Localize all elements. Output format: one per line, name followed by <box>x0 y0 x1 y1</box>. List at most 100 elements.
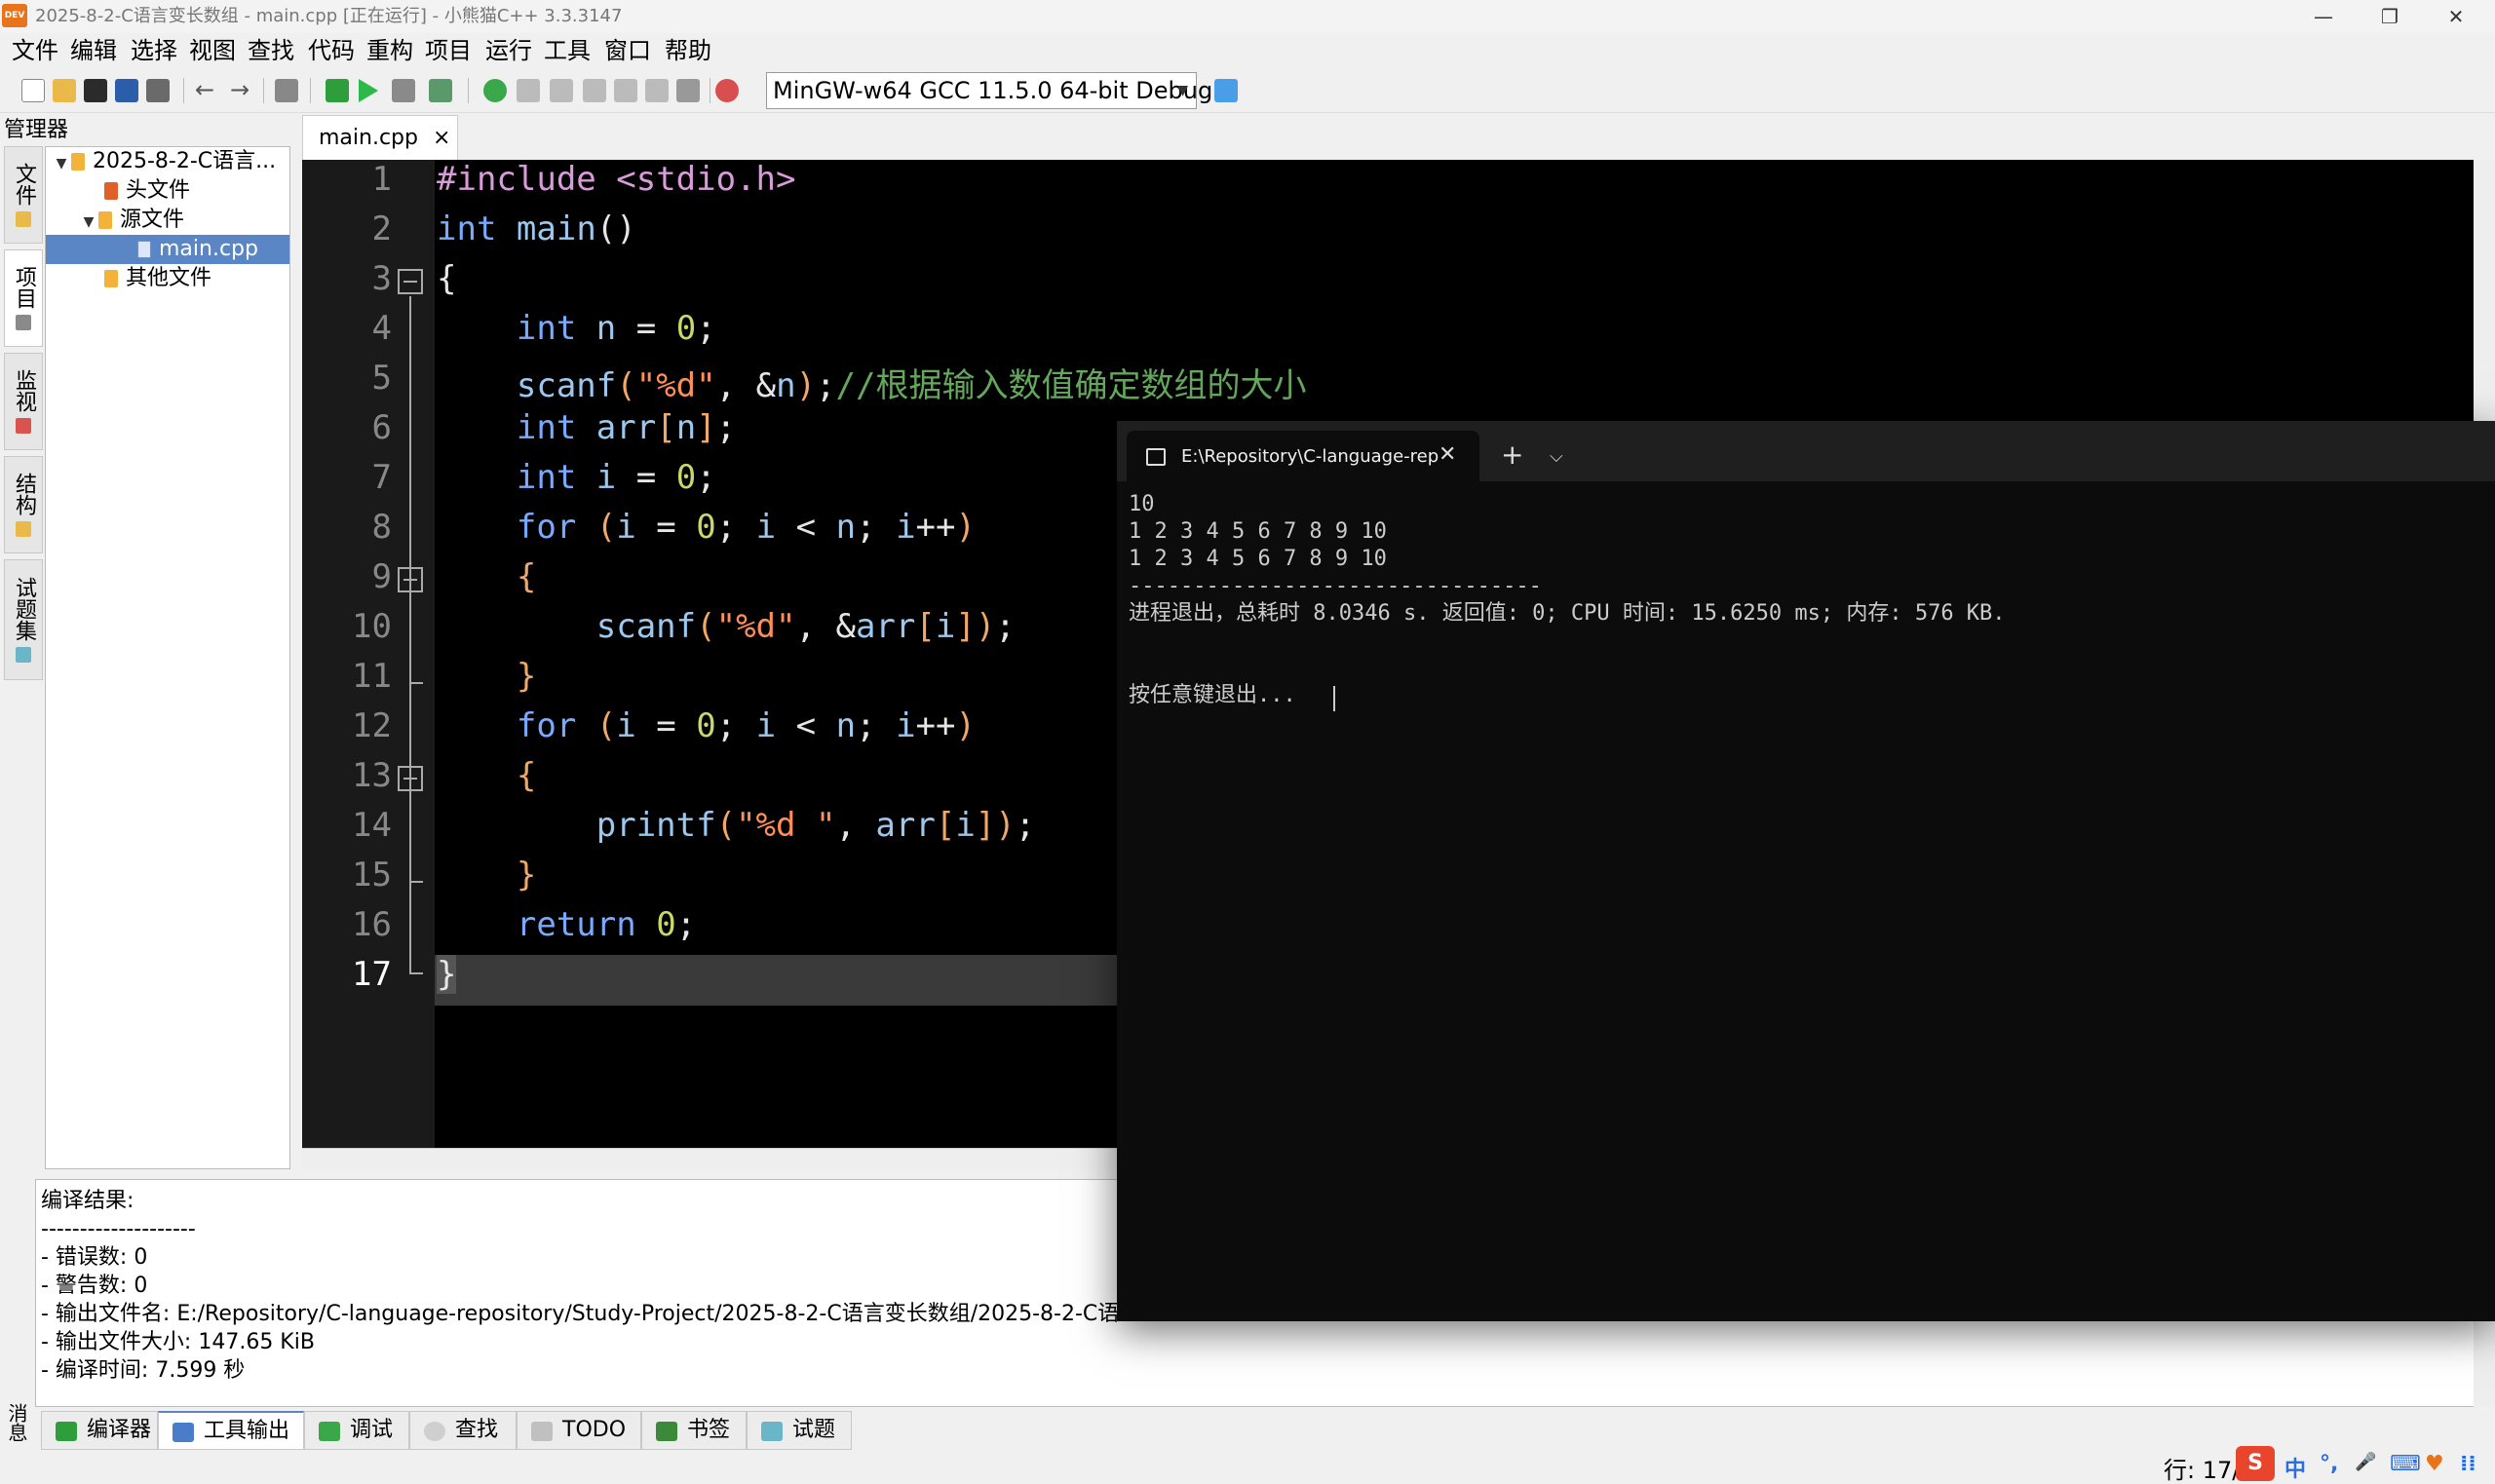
menu-help[interactable]: 帮助 <box>665 35 711 66</box>
tab-todo[interactable]: TODO <box>517 1411 641 1450</box>
line-number: 13 <box>352 756 392 795</box>
menu-file[interactable]: 文件 <box>12 35 58 66</box>
run-icon[interactable] <box>359 79 378 102</box>
menu-edit[interactable]: 编辑 <box>70 35 117 66</box>
compile-icon[interactable] <box>326 79 349 102</box>
debug-icon[interactable] <box>483 79 507 102</box>
menu-window[interactable]: 窗口 <box>604 35 651 66</box>
debug-icon <box>319 1422 340 1441</box>
tab-tool-output[interactable]: 工具输出 <box>158 1411 304 1450</box>
folder-icon <box>104 182 118 200</box>
tab-dropdown-icon[interactable]: ⌵ <box>1550 440 1563 474</box>
menu-run[interactable]: 运行 <box>485 35 532 66</box>
keyboard-icon[interactable]: ⌨ <box>2390 1452 2421 1476</box>
tab-problems[interactable]: 试题 <box>747 1411 852 1450</box>
step-out-icon[interactable] <box>583 79 606 102</box>
console-tab-close-icon[interactable]: ✕ <box>1439 440 1456 470</box>
redo-icon[interactable]: → <box>230 78 253 102</box>
tab-compiler[interactable]: 编译器 <box>41 1411 158 1450</box>
side-tab-project[interactable]: 项目 <box>4 249 43 347</box>
menu-refactor[interactable]: 重构 <box>366 35 413 66</box>
compile-log-line: 编译结果: <box>41 1189 134 1213</box>
toolbar: ← → MinGW-w64 GCC 11.5.0 64-bit Debug ▼ <box>0 68 2495 113</box>
step-over-icon[interactable] <box>517 79 540 102</box>
fold-toggle[interactable] <box>398 269 423 294</box>
undo-icon[interactable]: ← <box>195 78 218 102</box>
menu-project[interactable]: 项目 <box>425 35 472 66</box>
fold-toggle[interactable] <box>398 567 423 592</box>
save-all-icon[interactable] <box>115 79 138 102</box>
step-into-icon[interactable] <box>550 79 573 102</box>
folder-icon <box>104 270 118 287</box>
new-file-icon[interactable] <box>21 79 45 102</box>
skin-icon[interactable]: ♥ <box>2425 1452 2444 1476</box>
console-output-line: 1 2 3 4 5 6 7 8 9 10 <box>1129 519 1387 544</box>
chart-icon <box>173 1423 194 1442</box>
compiler-select[interactable]: MinGW-w64 GCC 11.5.0 64-bit Debug ▼ <box>766 72 1212 109</box>
code-line: } <box>516 856 537 894</box>
line-number: 2 <box>371 209 392 248</box>
new-tab-button[interactable]: + <box>1501 438 1523 472</box>
console-cursor <box>1333 686 1335 711</box>
fold-toggle[interactable] <box>398 766 423 791</box>
sogou-ime-icon[interactable]: S <box>2236 1446 2275 1481</box>
tab-debug[interactable]: 调试 <box>304 1411 409 1450</box>
side-tab-structure[interactable]: 结构 <box>4 456 43 553</box>
rebuild-icon[interactable] <box>429 79 452 102</box>
project-icon <box>16 315 31 330</box>
minimize-button[interactable]: — <box>2294 0 2353 33</box>
code-line: for (i = 0; i < n; i++) <box>516 508 976 547</box>
menu-code[interactable]: 代码 <box>308 35 355 66</box>
side-tab-watch[interactable]: 监视 <box>4 353 43 450</box>
tree-item-headers[interactable]: 头文件 <box>104 176 190 206</box>
menu-tools[interactable]: 工具 <box>544 35 591 66</box>
folder-icon <box>16 211 31 227</box>
restore-button[interactable]: ❐ <box>2361 0 2419 33</box>
structure-icon <box>16 521 31 537</box>
line-number: 9 <box>371 557 392 596</box>
stop-icon[interactable] <box>676 79 700 102</box>
tab-bookmarks[interactable]: 书签 <box>641 1411 747 1450</box>
compiler-options-icon[interactable] <box>1214 79 1238 102</box>
run-to-cursor-icon[interactable] <box>614 79 637 102</box>
tree-item-others[interactable]: 其他文件 <box>104 264 211 293</box>
search-icon <box>424 1422 445 1441</box>
editor-tab-main-cpp[interactable]: main.cpp × <box>302 115 458 160</box>
menu-select[interactable]: 选择 <box>131 35 177 66</box>
menu-view[interactable]: 视图 <box>189 35 236 66</box>
compile-run-icon[interactable] <box>392 79 415 102</box>
line-number-current: 17 <box>352 955 392 994</box>
menu-search[interactable]: 查找 <box>248 35 294 66</box>
app-logo-icon: DEV <box>2 4 27 27</box>
line-number: 10 <box>352 607 392 646</box>
line-number: 1 <box>371 160 392 199</box>
tree-item-sources[interactable]: ▼ 源文件 <box>79 206 184 235</box>
save-icon[interactable] <box>84 79 107 102</box>
ime-menu-icon[interactable]: ⁞⁞ <box>2460 1452 2476 1476</box>
ime-chinese-mode[interactable]: 中 <box>2284 1452 2306 1483</box>
close-button[interactable]: ✕ <box>2427 0 2485 33</box>
compile-log-line: - 编译时间: 7.599 秒 <box>41 1358 246 1383</box>
tree-item-main-cpp[interactable]: main.cpp <box>46 235 289 264</box>
ime-punctuation-icon[interactable]: °, <box>2320 1452 2338 1476</box>
code-line: scanf("%d", &n);//根据输入数值确定数组的大小 <box>516 366 1307 405</box>
print-icon[interactable] <box>275 79 298 102</box>
continue-icon[interactable] <box>645 79 669 102</box>
add-watch-icon[interactable] <box>715 79 739 102</box>
tab-search[interactable]: 查找 <box>409 1411 517 1450</box>
line-number: 11 <box>352 657 392 696</box>
tree-item-project[interactable]: ▼ 2025-8-2-C语言... <box>52 147 277 176</box>
chevron-down-icon: ▼ <box>1177 83 1188 98</box>
close-file-icon[interactable] <box>146 79 170 102</box>
side-tab-problems[interactable]: 试题集 <box>4 559 43 680</box>
code-line: } <box>516 657 537 696</box>
open-file-icon[interactable] <box>53 79 76 102</box>
line-number: 12 <box>352 706 392 745</box>
console-output-line: 按任意键退出... <box>1129 683 1296 707</box>
side-tab-files[interactable]: 文件 <box>4 146 43 244</box>
code-line: return 0; <box>516 905 697 944</box>
line-number: 7 <box>371 458 392 497</box>
microphone-icon[interactable]: 🎤 <box>2355 1452 2376 1472</box>
bookmark-icon <box>656 1422 677 1441</box>
tab-close-icon[interactable]: × <box>433 126 450 150</box>
